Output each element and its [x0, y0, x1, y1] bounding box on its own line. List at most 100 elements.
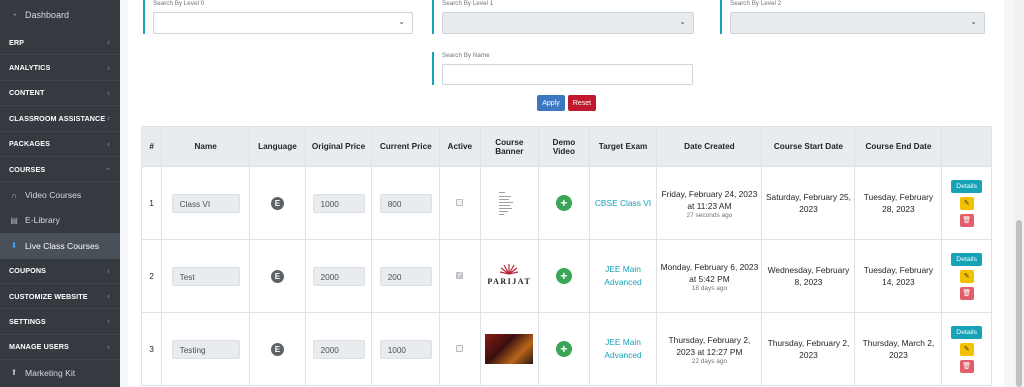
col-header: # [140, 126, 163, 167]
filter-level-0-label: Search By Level 0 [153, 0, 205, 7]
course-banner-image [485, 188, 534, 218]
course-end-date: Thursday, March 2, 2023 [862, 338, 935, 360]
course-start-date: Wednesday, February 8, 2023 [767, 265, 850, 287]
filter-level-1-label: Search By Level 1 [442, 0, 494, 7]
demo-video-play-icon[interactable]: + [555, 341, 572, 357]
sidebar-item-classroom-assistance[interactable]: CLASSROOM ASSISTANCE ‹ [0, 106, 120, 132]
active-checkbox[interactable] [456, 199, 464, 206]
sidebar-item-label: SETTINGS [9, 316, 46, 326]
row-actions: Details ✎ 🗑 [945, 179, 988, 227]
date-created-relative: 18 days ago [691, 284, 728, 292]
target-exam-link[interactable]: JEE Main Advanced [604, 337, 641, 360]
sidebar-item-packages[interactable]: PACKAGES ‹ [0, 132, 120, 157]
dashboard-icon: ◔ [11, 10, 17, 20]
sidebar-item-marketing-kit[interactable]: ⬆ Marketing Kit [0, 360, 120, 385]
demo-video-play-icon[interactable]: + [555, 195, 572, 211]
course-banner-image [485, 334, 534, 364]
original-price-input[interactable]: 2000 [312, 266, 365, 286]
edit-icon[interactable]: ✎ [959, 342, 974, 356]
active-checkbox[interactable] [456, 345, 464, 352]
sidebar-item-coupons[interactable]: COUPONS ‹ [0, 259, 120, 284]
course-start-date: Saturday, February 25, 2023 [765, 192, 851, 214]
row-actions: Details ✎ 🗑 [945, 252, 988, 300]
chevron-left-icon: ‹ [107, 88, 110, 98]
original-price-input[interactable]: 2000 [312, 339, 365, 359]
sidebar-item-content[interactable]: CONTENT ‹ [0, 81, 120, 107]
row-number: 2 [140, 239, 163, 313]
filter-level-0: Search By Level 0 ⌄ [143, 0, 413, 34]
row-number: 1 [140, 166, 163, 240]
edit-icon[interactable]: ✎ [959, 196, 974, 210]
chevron-left-icon: ‹ [107, 342, 110, 352]
name-input[interactable]: Class VI [171, 193, 240, 213]
sidebar-item-manage-users[interactable]: MANAGE USERS ‹ [0, 335, 120, 361]
name-input[interactable]: Test [171, 266, 240, 286]
level-2-select[interactable]: ⌄ [730, 12, 985, 34]
parijat-logo-icon [500, 264, 519, 275]
chevron-left-icon: ‹ [107, 316, 110, 326]
sidebar-item-analytics[interactable]: ANALYTICS ‹ [0, 55, 120, 81]
level-1-select[interactable]: ⌄ [442, 12, 694, 34]
level-0-select[interactable]: ⌄ [153, 12, 413, 34]
sidebar-subitem-e-library[interactable]: ▤ E-Library [0, 208, 120, 233]
target-exam-link[interactable]: JEE Main Advanced [604, 264, 641, 287]
sidebar-subitem-live-class-courses[interactable]: ⬇ Live Class Courses [0, 233, 120, 259]
col-header: Date Created [656, 126, 763, 167]
delete-icon[interactable]: 🗑 [959, 213, 974, 227]
sidebar-item-label: Live Class Courses [25, 240, 100, 251]
sidebar-item-customize-website[interactable]: CUSTOMIZE WEBSITE ‹ [0, 284, 120, 310]
reset-button[interactable]: Reset [568, 95, 596, 111]
row-number: 3 [140, 312, 163, 386]
chevron-down-icon: ‹ [104, 167, 114, 171]
sidebar-item-label: PACKAGES [9, 139, 51, 149]
course-start-date: Thursday, February 2, 2023 [767, 338, 850, 360]
target-exam-link[interactable]: CBSE Class VI [595, 198, 651, 208]
sidebar-item-settings[interactable]: SETTINGS ‹ [0, 309, 120, 335]
delete-icon[interactable]: 🗑 [959, 286, 974, 300]
demo-video-play-icon[interactable]: + [555, 268, 572, 284]
current-price-input[interactable]: 800 [379, 193, 432, 213]
edit-icon[interactable]: ✎ [959, 269, 974, 283]
table-row: 2 Test E 2000 200 PARIJAT + JEE Main [140, 239, 992, 313]
delete-icon[interactable]: 🗑 [959, 359, 974, 373]
sidebar-item-label: COUPONS [9, 266, 47, 276]
original-price-input[interactable]: 1000 [312, 193, 365, 213]
language-badge: E [270, 269, 284, 283]
current-price-input[interactable]: 200 [379, 266, 432, 286]
col-header: Target Exam [588, 126, 658, 167]
date-created: Monday, February 6, 2023 at 5:42 PM [660, 261, 759, 284]
filter-level-2: Search By Level 2 ⌄ [720, 0, 985, 34]
table-row: 3 Testing E 2000 1000 + JEE Main Advance… [140, 312, 992, 386]
live-class-icon: ⬇ [10, 241, 18, 251]
sidebar-item-label: CONTENT [9, 88, 45, 98]
active-checkbox[interactable] [456, 270, 464, 279]
details-button[interactable]: Details [951, 179, 983, 193]
details-button[interactable]: Details [951, 252, 983, 266]
search-name-input[interactable] [442, 64, 693, 85]
current-price-input[interactable]: 1000 [379, 339, 432, 359]
row-actions: Details ✎ 🗑 [945, 325, 988, 373]
language-badge: E [270, 196, 284, 210]
chevron-left-icon: ‹ [107, 139, 110, 149]
scrollbar-thumb[interactable] [1016, 220, 1022, 387]
sidebar-item-label: ERP [9, 37, 25, 47]
sidebar-item-erp[interactable]: ERP ‹ [0, 30, 120, 56]
video-icon: ∩ [11, 190, 17, 200]
name-input[interactable]: Testing [171, 339, 240, 359]
date-created-relative: 27 seconds ago [686, 211, 733, 219]
col-header: Course End Date [854, 126, 943, 167]
col-header: Demo Video [538, 126, 590, 167]
marketing-icon: ⬆ [10, 368, 18, 378]
chevron-down-icon: ⌄ [970, 17, 977, 26]
sidebar-item-label: Video Courses [25, 190, 82, 201]
apply-button[interactable]: Apply [537, 95, 565, 111]
details-button[interactable]: Details [951, 325, 983, 339]
chevron-left-icon: ‹ [107, 37, 110, 47]
sidebar-item-courses[interactable]: COURSES ‹ [0, 157, 120, 183]
sidebar-item-dashboard[interactable]: ◔ Dashboard [0, 0, 120, 30]
sidebar: ◔ Dashboard ERP ‹ ANALYTICS ‹ CONTENT ‹ CLA… [0, 0, 120, 387]
filter-level-2-label: Search By Level 2 [730, 0, 782, 7]
course-banner-image: PARIJAT [485, 261, 533, 291]
sidebar-subitem-video-courses[interactable]: ∩ Video Courses [0, 182, 120, 207]
col-header: Current Price [371, 126, 441, 167]
